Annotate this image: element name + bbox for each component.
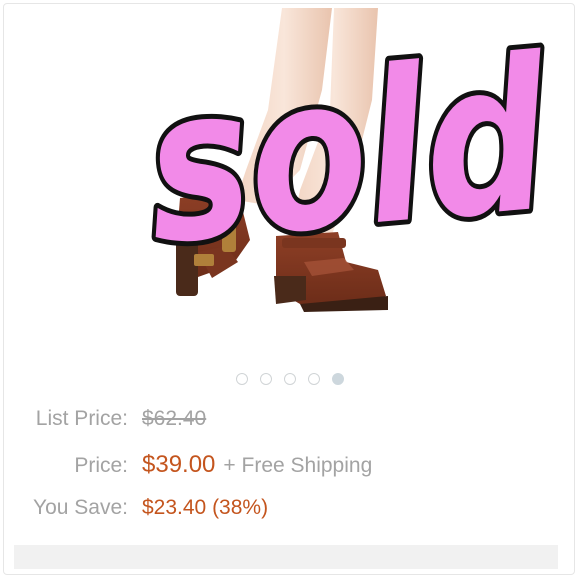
you-save-value: $23.40 (38%) <box>142 496 269 519</box>
bottom-action-bar <box>14 545 558 569</box>
carousel-dot[interactable] <box>308 373 320 385</box>
list-price-row: List Price: $62.40 <box>0 407 206 437</box>
price-value: $39.00 <box>142 451 216 478</box>
carousel-indicators <box>0 373 580 385</box>
left-boot <box>176 192 250 296</box>
product-photo[interactable] <box>0 0 580 345</box>
right-boot <box>274 232 388 312</box>
you-save-label: You Save: <box>33 496 128 519</box>
list-price-value: $62.40 <box>142 407 207 430</box>
carousel-dot[interactable] <box>236 373 248 385</box>
price-row: Price: $39.00 + Free Shipping <box>0 451 372 481</box>
price-label: Price: <box>74 454 128 477</box>
carousel-dot[interactable] <box>284 373 296 385</box>
you-save-row: You Save: $23.40 (38%) <box>0 496 268 526</box>
carousel-dot[interactable] <box>260 373 272 385</box>
carousel-dot-active[interactable] <box>332 373 344 385</box>
free-shipping-note: + Free Shipping <box>223 454 373 477</box>
list-price-label: List Price: <box>35 407 128 430</box>
